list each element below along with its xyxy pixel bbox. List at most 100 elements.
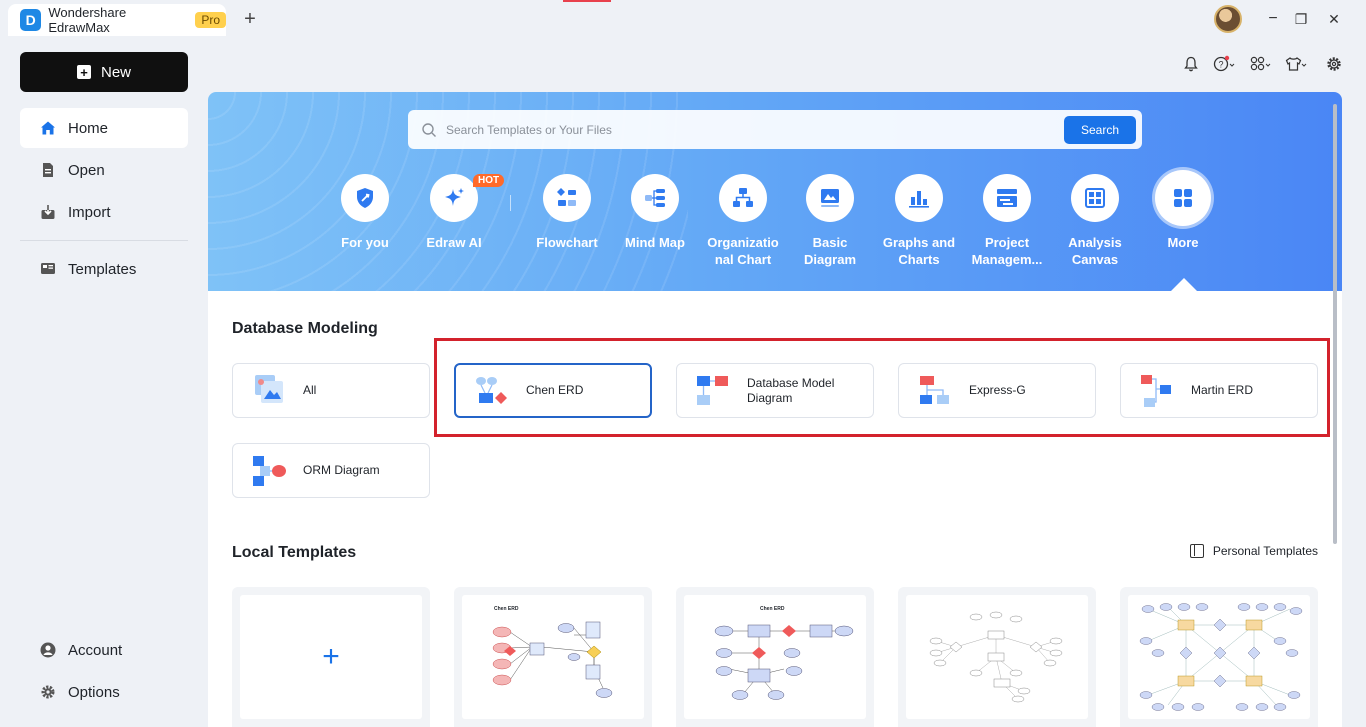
template-card-erd-3[interactable] (898, 587, 1096, 727)
category-graphs-and-charts[interactable]: Graphs and Charts (877, 174, 961, 268)
sidebar-divider (20, 240, 188, 241)
sidebar-item-open[interactable]: Open (20, 150, 188, 190)
analysis-icon (1071, 174, 1119, 222)
shirt-icon[interactable] (1285, 54, 1307, 74)
title-bar: D Wondershare EdrawMax Pro + − ❐ ✕ (0, 0, 1366, 38)
sidebar-item-import[interactable]: Import (20, 192, 188, 232)
category-label: Analysis Canvas (1068, 235, 1122, 267)
category-more[interactable]: More (1141, 170, 1225, 251)
edraw-ai-icon (430, 174, 478, 222)
thumbnail-title: Chen ERD (760, 606, 785, 612)
sidebar-item-label: Home (68, 119, 109, 137)
category-label: Project Managem... (971, 235, 1043, 267)
type-card-all[interactable]: All (232, 363, 430, 418)
section-title-local-templates: Local Templates (232, 544, 357, 561)
plus-icon: + (76, 65, 91, 80)
template-card-chen-erd-1[interactable]: Chen ERD (454, 587, 652, 727)
plus-icon: + (322, 640, 340, 673)
search-button[interactable]: Search (1064, 116, 1136, 144)
search-input[interactable]: Search Templates or Your Files (446, 123, 1142, 137)
sidebar-item-templates[interactable]: Templates (20, 249, 188, 289)
more-icon (1155, 170, 1211, 226)
erd-thumbnail-graphic (929, 611, 1063, 703)
sidebar-item-label: Options (68, 683, 120, 701)
template-thumbnail: Chen ERD (462, 595, 644, 719)
orm-diagram-icon (251, 453, 287, 489)
personal-templates-link[interactable]: Personal Templates (1189, 544, 1318, 558)
category-label: For you (341, 235, 389, 250)
new-button[interactable]: + New (20, 52, 188, 92)
category-flowchart[interactable]: Flowchart (525, 174, 609, 251)
sidebar-item-home[interactable]: Home (20, 108, 188, 148)
import-icon (40, 204, 56, 220)
edrawmax-logo-icon: D (20, 9, 42, 31)
help-icon[interactable]: ? (1213, 54, 1235, 74)
templates-icon (40, 261, 56, 277)
category-label: More (1167, 235, 1199, 250)
hero-banner: Search Templates or Your Files Search Fo… (208, 92, 1342, 291)
basic-diagram-icon (806, 174, 854, 222)
search-bar[interactable]: Search Templates or Your Files Search (408, 110, 1142, 149)
apps-icon[interactable] (1250, 54, 1272, 74)
category-label: Mind Map (625, 235, 685, 250)
account-icon (40, 642, 56, 658)
template-thumbnail: Chen ERD (684, 595, 866, 719)
avatar[interactable] (1214, 5, 1242, 33)
category-org-chart[interactable]: Organizatio nal Chart (701, 174, 785, 268)
template-card-blank[interactable]: + (232, 587, 430, 727)
category-basic-diagram[interactable]: Basic Diagram (788, 174, 872, 268)
main-panel: Search Templates or Your Files Search Fo… (208, 92, 1342, 727)
personal-templates-icon (1189, 544, 1204, 558)
type-card-orm-diagram[interactable]: ORM Diagram (232, 443, 430, 498)
svg-text:?: ? (1218, 60, 1223, 70)
org-chart-icon (719, 174, 767, 222)
template-card-chen-erd-2[interactable]: Chen ERD (676, 587, 874, 727)
new-tab-button[interactable]: + (238, 7, 262, 31)
for-you-icon (341, 174, 389, 222)
main-scrollbar[interactable] (1333, 104, 1337, 544)
type-label: All (303, 383, 317, 397)
settings-icon[interactable] (1323, 54, 1345, 74)
category-label: Basic Diagram (803, 235, 857, 267)
file-icon (40, 162, 56, 178)
template-thumbnail (906, 595, 1088, 719)
category-label: Graphs and Charts (882, 235, 956, 267)
sidebar-item-label: Import (68, 203, 111, 221)
app-name: Wondershare EdrawMax (48, 5, 127, 35)
category-analysis-canvas[interactable]: Analysis Canvas (1053, 174, 1137, 268)
gear-icon (40, 684, 56, 700)
search-icon (420, 121, 438, 139)
template-thumbnail: + (240, 595, 422, 719)
restore-button[interactable]: ❐ (1290, 8, 1312, 30)
sidebar-item-label: Templates (68, 260, 137, 278)
sidebar-item-options[interactable]: Options (20, 672, 188, 712)
personal-templates-label: Personal Templates (1212, 544, 1318, 558)
sidebar-item-account[interactable]: Account (20, 630, 188, 670)
minimize-button[interactable]: − (1262, 8, 1284, 30)
category-label: Edraw AI (426, 235, 482, 250)
mind-map-icon (631, 174, 679, 222)
project-icon (983, 174, 1031, 222)
flowchart-icon (543, 174, 591, 222)
erd-thumbnail-graphic (1139, 603, 1303, 711)
template-card-erd-4[interactable] (1120, 587, 1318, 727)
close-button[interactable]: ✕ (1323, 8, 1345, 30)
sidebar-item-label: Open (68, 161, 105, 179)
graphs-icon (895, 174, 943, 222)
bell-icon[interactable] (1180, 54, 1202, 74)
active-category-pointer (1171, 278, 1197, 291)
thumbnail-title: Chen ERD (494, 606, 519, 612)
type-label: ORM Diagram (303, 463, 380, 477)
app-tab[interactable]: D Wondershare EdrawMax Pro (8, 4, 226, 36)
home-icon (40, 120, 56, 136)
category-mind-map[interactable]: Mind Map (613, 174, 697, 251)
chen-erd-thumbnail-graphic (714, 624, 854, 700)
category-label: Organizatio nal Chart (707, 235, 779, 267)
all-types-icon (251, 373, 287, 409)
category-separator (510, 195, 511, 211)
active-indicator (563, 0, 611, 2)
pro-badge: Pro (195, 12, 226, 28)
chen-erd-thumbnail-graphic (492, 621, 613, 698)
category-project-management[interactable]: Project Managem... (965, 174, 1049, 268)
category-for-you[interactable]: For you (323, 174, 407, 251)
